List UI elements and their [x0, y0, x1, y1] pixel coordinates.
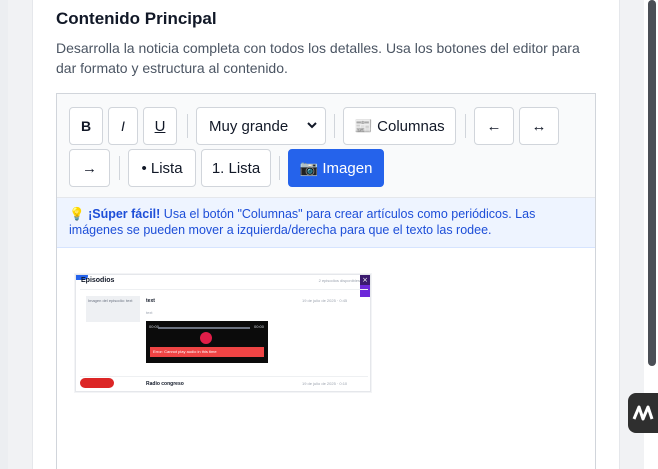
close-icon: ×	[360, 275, 370, 285]
episode-date: 19 de julio de 2025 · 0:10	[302, 381, 348, 386]
episode-row: Radio congreso 19 de julio de 2025 · 0:1…	[80, 376, 368, 391]
brand-logo-icon	[632, 405, 654, 421]
insert-image-button[interactable]: 📷 Imagen	[288, 149, 384, 187]
underline-button[interactable]: U	[143, 107, 177, 145]
page-background	[0, 0, 8, 469]
embedded-image[interactable]: Episodios 2 episodios disponibles × Imag…	[75, 274, 371, 392]
editor-content-area[interactable]: Episodios 2 episodios disponibles × Imag…	[57, 249, 595, 469]
numbered-list-button[interactable]: 1. Lista	[201, 149, 271, 187]
embedded-count: 2 episodios disponibles	[318, 278, 360, 283]
section-title: Contenido Principal	[56, 9, 217, 28]
align-center-button[interactable]: ↔	[519, 107, 559, 145]
episode-name: text	[146, 298, 155, 304]
font-size-value: Muy grande	[209, 117, 289, 135]
columns-button[interactable]: 📰 Columnas	[343, 107, 456, 145]
episode-date: 19 de julio de 2025 · 0:45	[302, 298, 348, 303]
align-right-button[interactable]: →	[69, 149, 110, 187]
toolbar-divider	[187, 114, 188, 138]
floating-widget-button[interactable]	[628, 393, 658, 433]
player-error: Error: Cannot play audio in this time	[150, 347, 264, 357]
lightbulb-icon: 💡	[69, 207, 85, 221]
bullet-list-button[interactable]: • Lista	[128, 149, 196, 187]
bold-button[interactable]: B	[69, 107, 103, 145]
player-progress	[158, 327, 250, 329]
toolbar-divider	[334, 114, 335, 138]
toolbar-divider	[465, 114, 466, 138]
rich-text-editor: B I U Muy grande 📰 Columnas ← ↔ → • List…	[56, 93, 596, 469]
scrollbar-thumb[interactable]	[648, 0, 656, 366]
align-left-button[interactable]: ←	[474, 107, 514, 145]
font-size-select[interactable]: Muy grande	[196, 107, 326, 145]
editor-tip: 💡 ¡Súper fácil! Usa el botón "Columnas" …	[57, 198, 595, 248]
editor-toolbar: B I U Muy grande 📰 Columnas ← ↔ → • List…	[57, 94, 595, 198]
embedded-title: Episodios	[81, 277, 115, 284]
player-time-right: 00:00	[254, 324, 265, 329]
chevron-down-icon	[307, 122, 317, 129]
toolbar-divider	[279, 156, 280, 180]
episode-sub: text	[146, 310, 153, 315]
section-description: Desarrolla la noticia completa con todos…	[56, 40, 580, 76]
play-icon	[200, 332, 212, 344]
italic-button[interactable]: I	[108, 107, 138, 145]
episode-thumb: Imagen del episodio: text	[86, 296, 140, 322]
episode-name: Radio congreso	[146, 381, 184, 387]
tip-highlight: ¡Súper fácil!	[88, 207, 161, 221]
toolbar-divider	[119, 156, 120, 180]
episode-badge	[80, 378, 114, 388]
audio-player: 00:00 00:00 Error: Cannot play audio in …	[146, 321, 268, 363]
